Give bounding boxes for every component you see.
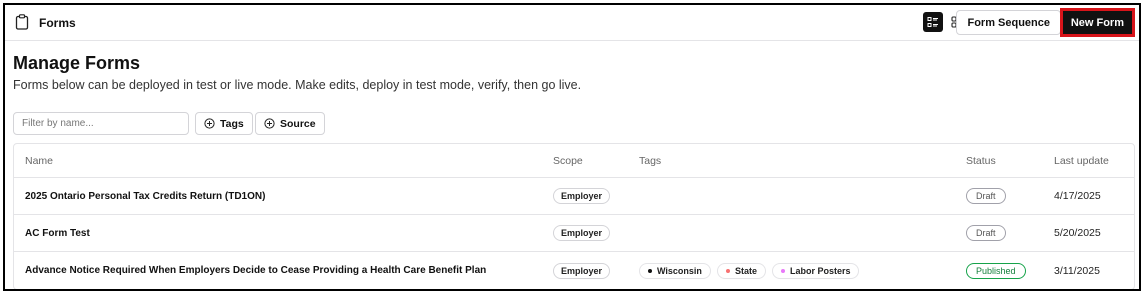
last-update-date: 5/20/2025 (1054, 227, 1101, 239)
page-title: Manage Forms (13, 53, 141, 73)
plus-circle-icon (204, 118, 215, 129)
tags-filter-button[interactable]: Tags (195, 112, 253, 135)
app-title: Forms (39, 16, 76, 30)
table-row[interactable]: AC Form Test Employer Draft 5/20/2025 (14, 215, 1134, 252)
form-name[interactable]: Advance Notice Required When Employers D… (25, 265, 486, 276)
form-name[interactable]: 2025 Ontario Personal Tax Credits Return… (25, 191, 265, 202)
header-name[interactable]: Name (25, 144, 53, 177)
source-filter-label: Source (280, 117, 316, 130)
status-badge: Draft (966, 225, 1006, 241)
tag-dot (725, 268, 730, 273)
status-badge: Published (966, 262, 1026, 279)
header-scope[interactable]: Scope (553, 144, 583, 177)
status-badge: Draft (966, 188, 1006, 204)
table-row[interactable]: Advance Notice Required When Employers D… (14, 252, 1134, 289)
top-bar: Forms Form Sequence New Form (5, 5, 1139, 41)
table-header-row: Name Scope Tags Status Last update (14, 144, 1134, 178)
page-subtitle: Forms below can be deployed in test or l… (13, 78, 582, 92)
filter-by-name-input[interactable] (13, 112, 189, 135)
scope-badge: Employer (553, 188, 611, 204)
header-tags[interactable]: Tags (639, 144, 661, 177)
scope-badge: Employer (553, 225, 611, 241)
list-view-icon (927, 17, 938, 27)
tag-dot (648, 268, 652, 273)
forms-table: Name Scope Tags Status Last update 2025 … (13, 143, 1135, 289)
form-sequence-button[interactable]: Form Sequence (956, 10, 1061, 35)
clipboard-icon (15, 14, 29, 30)
header-status[interactable]: Status (966, 144, 996, 177)
header-last-update[interactable]: Last update (1054, 144, 1109, 177)
last-update-date: 4/17/2025 (1054, 190, 1101, 202)
form-name[interactable]: AC Form Test (25, 228, 90, 239)
tag-wisconsin: Wisconsin (639, 262, 711, 279)
list-view-button[interactable] (923, 12, 943, 32)
tag-label: Labor Posters (789, 265, 851, 276)
last-update-date: 3/11/2025 (1054, 264, 1100, 277)
tag-labor-posters: Labor Posters (771, 262, 860, 279)
tags-filter-label: Tags (220, 117, 244, 130)
tags-cell: Wisconsin State Labor Posters (639, 252, 860, 289)
forms-page: Forms Form Sequence New Form Manage Form… (3, 3, 1141, 291)
new-form-button[interactable]: New Form (1059, 8, 1135, 37)
plus-circle-icon (264, 118, 275, 129)
scope-badge: Employer (553, 262, 611, 279)
tag-label: Wisconsin (657, 265, 702, 276)
table-row[interactable]: 2025 Ontario Personal Tax Credits Return… (14, 178, 1134, 215)
tag-label: State (734, 265, 757, 276)
source-filter-button[interactable]: Source (255, 112, 325, 135)
tag-dot (780, 268, 785, 273)
tag-state: State (716, 262, 766, 279)
